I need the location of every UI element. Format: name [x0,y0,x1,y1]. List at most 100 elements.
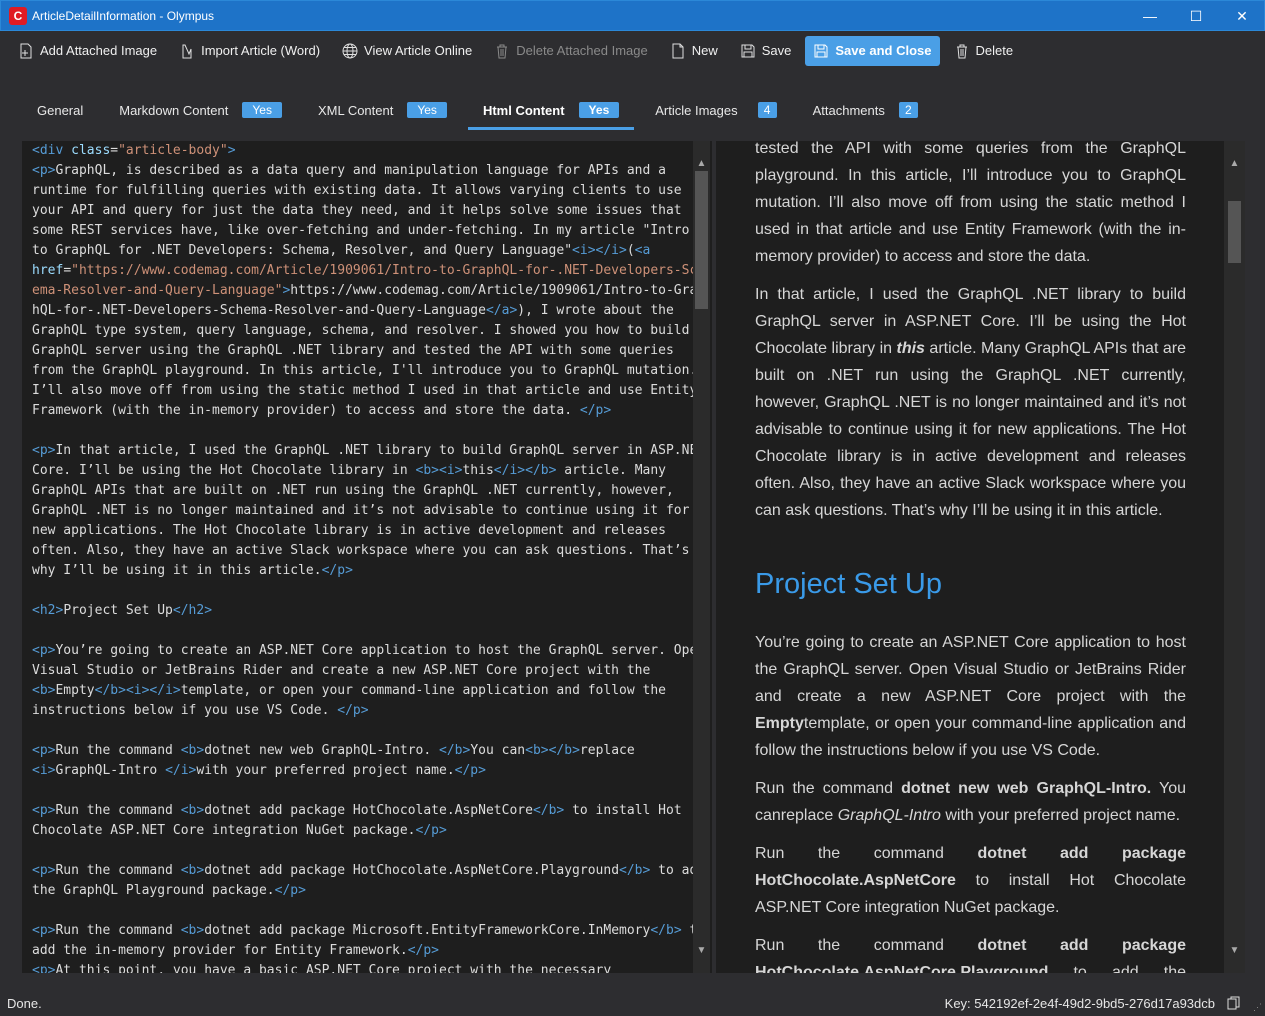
maximize-icon: ☐ [1189,7,1203,24]
preview-paragraph: Run the command dotnet add package HotCh… [755,932,1186,973]
preview-content: tested the API with some queries from th… [755,141,1186,973]
code-line: ema-Resolver-and-Query-Language">https:/… [32,283,706,298]
code-line: <p>Run the command <b>dotnet add package… [32,863,706,878]
preview-bold: Empty [755,715,804,732]
save-icon [814,44,828,57]
code-line: <h2>Project Set Up</h2> [32,603,213,618]
html-preview: tested the API with some queries from th… [716,141,1224,973]
scroll-up-icon[interactable]: ▲ [693,155,710,172]
preview-text: article. Many GraphQL APIs that are buil… [755,340,1186,519]
save-label: Save [761,43,792,58]
import-icon [182,44,192,58]
code-line: <p>At this point, you have a basic ASP.N… [32,963,612,973]
preview-italic: GraphQL-Intro [837,807,941,824]
delete-button[interactable]: Delete [946,36,1022,66]
tab-label: Html Content [482,102,565,118]
delete-label: Delete [975,43,1014,58]
tab-label: Article Images [655,102,738,118]
tab-html-content[interactable]: Html Content Yes [467,90,635,130]
tab-general[interactable]: General [22,90,98,130]
tab-markdown-content[interactable]: Markdown Content Yes [104,90,297,130]
code-line: <p>Run the command <b>dotnet new web Gra… [32,743,635,758]
new-document-icon [672,43,684,58]
code-line: often. Also, they have an active Slack w… [32,543,690,558]
editor-scrollbar[interactable]: ▲ ▼ [693,141,710,973]
html-source-editor[interactable]: <div class="article-body"> <p>GraphQL, is… [22,141,712,973]
tab-article-images[interactable]: Article Images 4 [640,90,791,130]
preview-text: template, or open your command-line appl… [755,715,1186,759]
article-key: Key: 542192ef-2e4f-49d2-9bd5-276d17a93dc… [944,995,1215,1011]
scrollbar-thumb[interactable] [1228,201,1241,263]
tab-label: XML Content [317,102,394,118]
tab-label: Attachments [812,102,885,118]
code-line: GraphQL server using the GraphQL .NET li… [32,343,674,358]
scrollbar-thumb[interactable] [695,171,708,309]
delete-attached-image-button[interactable]: Delete Attached Image [486,36,656,66]
close-button[interactable]: ✕ [1219,1,1265,31]
save-and-close-label: Save and Close [835,43,932,58]
preview-paragraph: Run the command dotnet add package HotCh… [755,840,1186,921]
trash-icon [497,44,508,58]
code-line: <p>Run the command <b>dotnet add package… [32,803,682,818]
preview-paragraph: Run the command dotnet new web GraphQL-I… [755,775,1186,829]
preview-text: Run the command [755,845,978,862]
code-lines: <div class="article-body"> <p>GraphQL, is… [32,141,706,973]
tab-badge: 2 [898,102,918,118]
save-button[interactable]: Save [732,36,800,66]
code-line: <i>GraphQL-Intro </i>with your preferred… [32,763,486,778]
tab-badge: Yes [407,102,447,118]
tab-xml-content[interactable]: XML Content Yes [303,90,462,130]
tab-attachments[interactable]: Attachments 2 [798,90,933,130]
new-label: New [691,43,718,58]
import-article-button[interactable]: Import Article (Word) [171,36,328,66]
code-line: GraphQL type system, query language, sch… [32,323,706,338]
save-icon [741,44,755,57]
status-bar: Done. Key: 542192ef-2e4f-49d2-9bd5-276d1… [0,990,1265,1016]
tab-badge: Yes [578,102,620,118]
code-line: instructions below if you use VS Code. <… [32,703,369,718]
status-text: Done. [7,995,42,1011]
trash-icon [956,44,967,58]
scroll-down-icon[interactable]: ▼ [693,942,710,959]
view-article-online-label: View Article Online [364,43,473,58]
code-line: hQL-for-.NET-Developers-Schema-Resolver-… [32,303,674,318]
resize-grip-icon[interactable]: ⋰ [1253,1002,1262,1013]
close-icon: ✕ [1236,7,1248,24]
tab-label: General [37,102,84,118]
globe-icon [342,43,358,58]
code-line: from the GraphQL playground. In this art… [32,363,698,378]
minimize-icon: — [1143,8,1157,24]
add-attached-image-button[interactable]: Add Attached Image [10,36,165,66]
copy-icon[interactable] [1227,996,1241,1010]
code-line: Chocolate ASP.NET Core integration NuGet… [32,823,447,838]
preview-text: You’re going to create an ASP.NET Core a… [755,634,1186,705]
maximize-button[interactable]: ☐ [1173,1,1219,31]
title-bar: C ArticleDetailInformation - Olympus — ☐… [0,0,1265,31]
code-line: some REST services have, like over-fetch… [32,223,690,238]
import-article-label: Import Article (Word) [201,43,321,58]
code-line: the GraphQL Playground package.</p> [32,883,306,898]
code-line: <p>You’re going to create an ASP.NET Cor… [32,643,706,658]
scroll-down-icon[interactable]: ▼ [1226,942,1243,959]
view-article-online-button[interactable]: View Article Online [334,36,480,66]
minimize-button[interactable]: — [1127,1,1173,31]
preview-bold: dotnet new web GraphQL-Intro. [901,780,1152,797]
preview-scrollbar[interactable]: ▲ ▼ [1224,141,1245,973]
new-button[interactable]: New [662,36,726,66]
toolbar: Add Attached Image Import Article (Word)… [0,31,1265,70]
scroll-up-icon[interactable]: ▲ [1226,155,1243,172]
code-line: Core. I’ll be using the Hot Chocolate li… [32,463,666,478]
code-line: add the in-memory provider for Entity Fr… [32,943,439,958]
save-and-close-button[interactable]: Save and Close [805,35,940,66]
code-line: Visual Studio or JetBrains Rider and cre… [32,663,651,678]
code-line: <div class="article-body"> [32,143,236,158]
code-line: Framework (with the in-memory provider) … [32,403,612,418]
code-line: GraphQL APIs that are built on .NET run … [32,483,674,498]
preview-text: Run the command [755,780,902,797]
